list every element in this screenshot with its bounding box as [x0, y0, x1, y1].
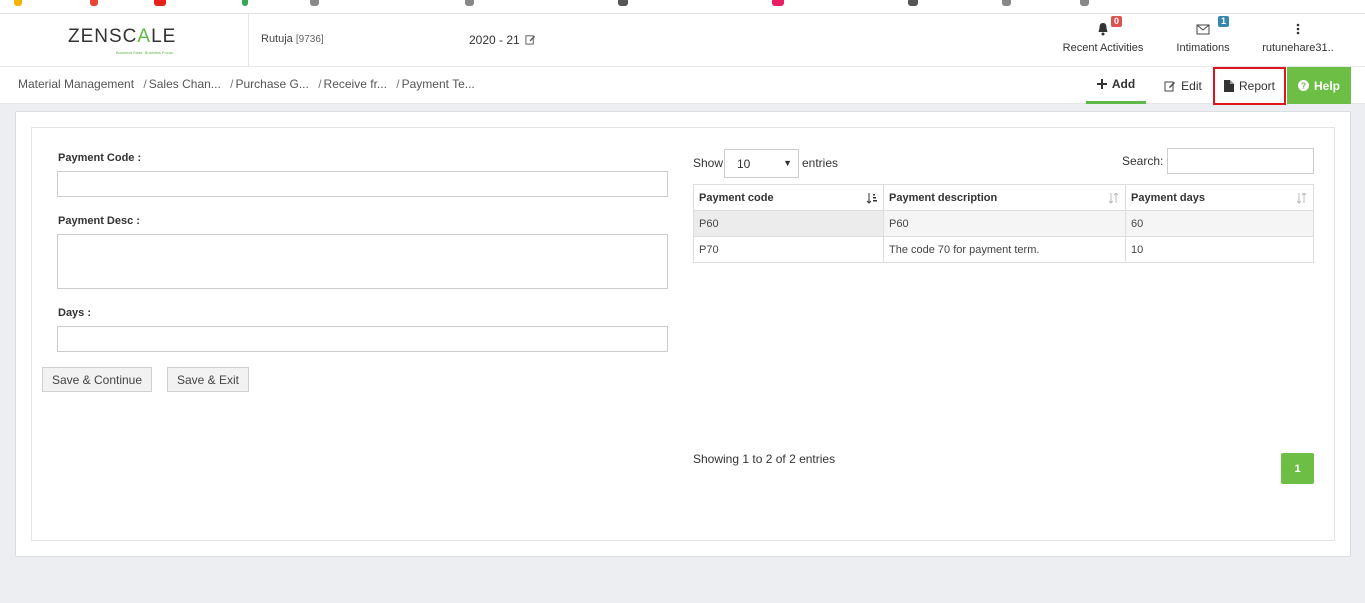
- sort-icon: [1109, 193, 1119, 204]
- bookmark-icon[interactable]: [310, 0, 319, 6]
- nav-intimations[interactable]: 1 Intimations: [1172, 16, 1234, 54]
- add-button[interactable]: Add: [1086, 67, 1146, 104]
- table-row[interactable]: P60 P60 60: [693, 210, 1314, 237]
- sort-asc-icon: [867, 193, 877, 204]
- svg-text:?: ?: [1301, 82, 1306, 91]
- intimations-badge: 1: [1218, 16, 1230, 27]
- payment-desc-textarea[interactable]: [57, 234, 668, 289]
- entries-label: entries: [802, 156, 839, 170]
- fiscal-year[interactable]: 2020 - 21: [469, 33, 536, 47]
- payment-code-label: Payment Code :: [58, 152, 142, 164]
- column-header-label: Payment code: [699, 191, 774, 204]
- logo-tagline: Business Ease. Business Focus.: [116, 50, 175, 55]
- report-button[interactable]: Report: [1213, 67, 1286, 105]
- bookmark-icon[interactable]: [1080, 0, 1089, 6]
- table-cell: 10: [1125, 236, 1314, 263]
- edit-icon[interactable]: [525, 34, 536, 45]
- breadcrumb-item[interactable]: Receive fr...: [324, 77, 387, 91]
- logo-accent: A: [137, 26, 152, 47]
- bookmark-icon[interactable]: [14, 0, 22, 6]
- bookmark-icon[interactable]: [242, 0, 248, 6]
- table-cell: 60: [1125, 210, 1314, 237]
- plus-icon: [1096, 79, 1107, 89]
- nav-recent-activities[interactable]: 0 Recent Activities: [1060, 16, 1146, 54]
- table-cell: The code 70 for payment term.: [883, 236, 1126, 263]
- nav-label: rutunehare31..: [1262, 42, 1334, 54]
- bookmark-icon[interactable]: [908, 0, 918, 6]
- show-label: Show: [693, 156, 724, 170]
- nav-label: Recent Activities: [1062, 42, 1144, 54]
- breadcrumb-separator: /: [396, 77, 400, 91]
- bookmark-icon[interactable]: [772, 0, 784, 6]
- bookmark-icon[interactable]: [465, 0, 474, 6]
- breadcrumb-item[interactable]: Payment Te...: [402, 77, 475, 91]
- breadcrumb-separator: /: [230, 77, 234, 91]
- breadcrumb-separator: /: [318, 77, 322, 91]
- nav-user-menu[interactable]: rutunehare31..: [1258, 22, 1338, 54]
- column-header-label: Payment description: [889, 191, 998, 204]
- nav-label: Intimations: [1176, 42, 1230, 54]
- table-header-row: Payment code Payment description Payment…: [693, 184, 1314, 211]
- save-continue-button[interactable]: Save & Continue: [42, 367, 152, 392]
- question-circle-icon: ?: [1297, 80, 1309, 91]
- breadcrumb-bar: Material Management / Sales Chan... / Purc…: [0, 67, 1365, 105]
- table-info: Showing 1 to 2 of 2 entries: [693, 452, 836, 466]
- add-label: Add: [1111, 77, 1136, 91]
- column-header-label: Payment days: [1131, 191, 1205, 204]
- breadcrumb: Material Management / Sales Chan... / Purc…: [18, 77, 475, 91]
- pagination-page-1[interactable]: 1: [1281, 453, 1314, 484]
- zenscale-logo[interactable]: ZENSCALE Business Ease. Business Focus.: [68, 26, 188, 56]
- help-button[interactable]: ? Help: [1287, 67, 1351, 104]
- breadcrumb-item[interactable]: Sales Chan...: [149, 77, 221, 91]
- bell-icon: [1098, 23, 1108, 36]
- days-input[interactable]: [57, 326, 668, 352]
- logo-main: ZENSC: [68, 26, 138, 47]
- user-name: Rutuja: [261, 33, 293, 45]
- file-icon: [1223, 80, 1234, 92]
- bookmark-icon[interactable]: [1002, 0, 1011, 6]
- days-label: Days :: [58, 307, 92, 319]
- column-header-payment-description[interactable]: Payment description: [883, 184, 1126, 211]
- sort-icon: [1297, 193, 1307, 204]
- logo-end: LE: [151, 26, 177, 47]
- search-input[interactable]: [1167, 148, 1314, 174]
- bookmark-icon[interactable]: [154, 0, 166, 6]
- search-label: Search:: [1122, 154, 1164, 168]
- page-size-select[interactable]: 10 ▼: [724, 149, 799, 178]
- payment-terms-table: Payment code Payment description Payment…: [693, 184, 1314, 263]
- main-card: Payment Code : Payment Desc : Days : Sav…: [15, 111, 1351, 557]
- fiscal-year-value: 2020 - 21: [469, 33, 520, 47]
- top-header: ZENSCALE Business Ease. Business Focus. …: [0, 14, 1365, 67]
- bookmark-icon[interactable]: [618, 0, 628, 6]
- content-panel: Payment Code : Payment Desc : Days : Sav…: [31, 127, 1335, 541]
- edit-icon: [1164, 81, 1176, 91]
- save-exit-button[interactable]: Save & Exit: [167, 367, 249, 392]
- table-cell: P70: [693, 236, 884, 263]
- payment-code-input[interactable]: [57, 171, 668, 197]
- activities-badge: 0: [1111, 16, 1123, 27]
- browser-bookmark-strip: [0, 0, 1365, 14]
- chevron-down-icon: ▼: [783, 158, 792, 168]
- column-header-payment-code[interactable]: Payment code: [693, 184, 884, 211]
- help-label: Help: [1313, 78, 1340, 93]
- breadcrumb-separator: /: [143, 77, 147, 91]
- edit-label: Edit: [1181, 78, 1202, 93]
- bookmark-icon[interactable]: [90, 0, 98, 6]
- table-cell: P60: [693, 210, 884, 237]
- user-id: [9736]: [295, 34, 324, 45]
- breadcrumb-item[interactable]: Purchase G...: [235, 77, 308, 91]
- envelope-icon: [1196, 24, 1210, 35]
- breadcrumb-item[interactable]: Material Management: [18, 77, 134, 91]
- edit-button[interactable]: Edit: [1158, 67, 1208, 104]
- logo-text: ZENSCALE: [68, 26, 188, 48]
- header-divider: [248, 14, 249, 67]
- page-size-value: 10: [737, 156, 751, 171]
- report-label: Report: [1238, 79, 1276, 93]
- table-row[interactable]: P70 The code 70 for payment term. 10: [693, 236, 1314, 263]
- table-cell: P60: [883, 210, 1126, 237]
- payment-desc-label: Payment Desc :: [58, 215, 140, 227]
- column-header-payment-days[interactable]: Payment days: [1125, 184, 1314, 211]
- kebab-menu-icon: [1296, 23, 1300, 35]
- user-info: Rutuja [9736]: [261, 33, 324, 45]
